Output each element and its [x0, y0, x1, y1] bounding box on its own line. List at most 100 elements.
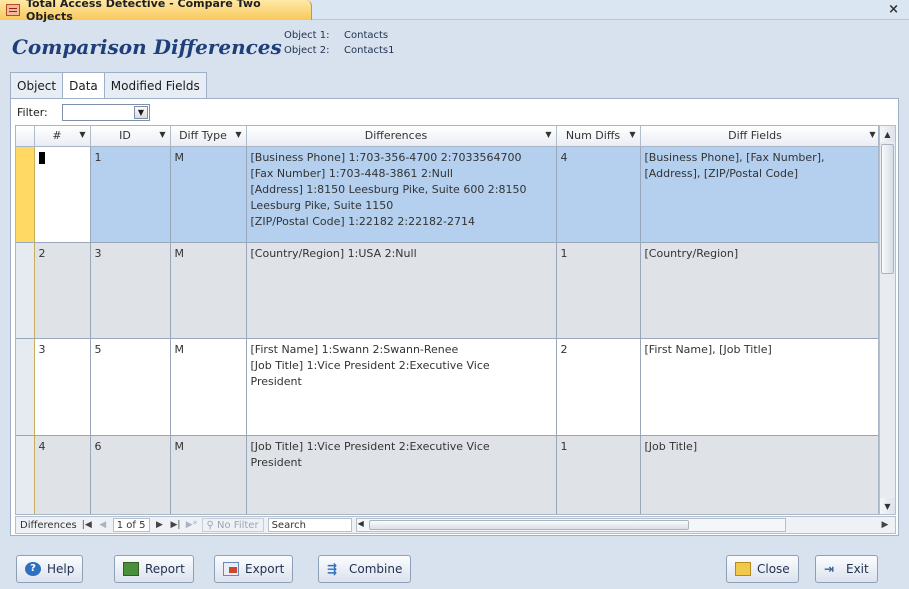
table-row[interactable]: 1 1 M [Business Phone] 1:703-356-4700 2:… — [16, 146, 878, 243]
differences-grid: # ▼ ID ▼ Diff Type ▼ Differences ▼ Num Diffs… — [15, 125, 879, 515]
column-header-differences[interactable]: Differences ▼ — [246, 126, 557, 147]
search-input[interactable]: Search — [267, 518, 352, 532]
chevron-down-icon[interactable]: ▼ — [869, 130, 875, 139]
cell-num[interactable]: 1 — [34, 146, 91, 243]
select-all-header[interactable] — [16, 126, 35, 147]
header: Comparison Differences Object 1: Contacts… — [0, 21, 909, 67]
scroll-down-icon[interactable]: ▼ — [880, 498, 895, 514]
last-record-icon[interactable]: ▶| — [170, 520, 182, 530]
row-selector[interactable] — [16, 435, 35, 514]
help-button[interactable]: ? Help — [16, 555, 84, 583]
table-row[interactable]: 3 5 M [First Name] 1:Swann 2:Swann-Renee… — [16, 338, 878, 436]
new-record-icon[interactable]: ▶* — [186, 520, 198, 530]
cell-differences[interactable]: [Job Title] 1:Vice President 2:Executive… — [246, 435, 557, 514]
row-selector[interactable] — [16, 242, 35, 339]
vertical-scrollbar[interactable]: ▲ ▼ — [879, 125, 896, 515]
object-info: Object 1: Contacts Object 2: Contacts1 — [284, 28, 394, 58]
cell-id[interactable]: 1 — [90, 146, 171, 243]
object1-value: Contacts — [344, 30, 389, 41]
report-icon — [123, 562, 139, 576]
horizontal-scroll-thumb[interactable] — [368, 520, 689, 530]
chevron-down-icon[interactable]: ▼ — [545, 130, 551, 139]
filter-icon: ⚲ — [206, 520, 214, 531]
data-panel: Filter: ▼ # ▼ ID ▼ Diff Type ▼ Differences ▼… — [10, 98, 899, 536]
cell-num-diffs[interactable]: 2 — [556, 338, 641, 436]
chevron-down-icon[interactable]: ▼ — [235, 130, 241, 139]
tab-object[interactable]: Object — [10, 72, 64, 98]
column-header-num[interactable]: # ▼ — [34, 126, 91, 147]
chevron-down-icon[interactable]: ▼ — [629, 130, 635, 139]
folder-icon — [735, 562, 751, 576]
cell-differences[interactable]: [Business Phone] 1:703-356-4700 2:703356… — [246, 146, 557, 243]
text-cursor — [38, 151, 45, 164]
object2-value: Contacts1 — [344, 45, 395, 56]
tab-strip: Object Data Modified Fields — [10, 72, 207, 99]
cell-id[interactable]: 3 — [90, 242, 171, 339]
chevron-down-icon[interactable]: ▼ — [159, 130, 165, 139]
filter-combo[interactable]: ▼ — [62, 103, 150, 121]
horizontal-scrollbar[interactable]: ◀ — [355, 518, 786, 532]
cell-diff-fields[interactable]: [Business Phone], [Fax Number], [Address… — [640, 146, 878, 243]
scroll-left-icon[interactable]: ◀ — [358, 519, 364, 528]
cell-num[interactable]: 3 — [34, 338, 91, 436]
cell-num[interactable]: 4 — [34, 435, 91, 514]
record-counter[interactable]: 1 of 5 — [112, 518, 150, 532]
filter-label: Filter: — [17, 105, 48, 119]
chevron-down-icon[interactable]: ▼ — [134, 105, 148, 119]
exit-button[interactable]: ⇥ Exit — [815, 555, 878, 583]
close-button[interactable]: Close — [726, 555, 799, 583]
column-header-id[interactable]: ID ▼ — [90, 126, 171, 147]
export-button[interactable]: Export — [214, 555, 294, 583]
column-header-num-diffs[interactable]: Num Diffs ▼ — [556, 126, 641, 147]
cell-num-diffs[interactable]: 4 — [556, 146, 641, 243]
chevron-down-icon[interactable]: ▼ — [79, 130, 85, 139]
column-header-diff-type[interactable]: Diff Type ▼ — [170, 126, 247, 147]
cell-diff-fields[interactable]: [Country/Region] — [640, 242, 878, 339]
cell-num[interactable]: 2 — [34, 242, 91, 339]
cell-diff-type[interactable]: M — [170, 338, 247, 436]
filter-row: Filter: ▼ — [17, 103, 150, 121]
cell-diff-type[interactable]: M — [170, 146, 247, 243]
combine-button[interactable]: ⇶ Combine — [318, 555, 412, 583]
form-icon — [6, 4, 20, 16]
export-icon — [223, 562, 239, 576]
help-icon: ? — [25, 562, 41, 576]
nav-label: Differences — [20, 519, 77, 531]
record-navigation: Differences |◀ ◀ 1 of 5 ▶ ▶| ▶* ⚲ No Fil… — [15, 516, 896, 534]
column-header-diff-fields[interactable]: Diff Fields ▼ — [640, 126, 878, 147]
report-button[interactable]: Report — [114, 555, 194, 583]
cell-id[interactable]: 6 — [90, 435, 171, 514]
window-title: Total Access Detective - Compare Two Obj… — [25, 0, 261, 23]
exit-icon: ⇥ — [824, 562, 835, 576]
title-bar: Total Access Detective - Compare Two Obj… — [0, 0, 909, 23]
no-filter-button[interactable]: ⚲ No Filter — [201, 518, 264, 532]
cell-diff-fields[interactable]: [First Name], [Job Title] — [640, 338, 878, 436]
next-record-icon[interactable]: ▶ — [154, 520, 166, 530]
cell-num-diffs[interactable]: 1 — [556, 242, 641, 339]
previous-record-icon[interactable]: ◀ — [97, 520, 109, 530]
cell-num-diffs[interactable]: 1 — [556, 435, 641, 514]
page-title: Comparison Differences — [12, 35, 282, 59]
object2-label: Object 2: — [284, 45, 330, 56]
cell-differences[interactable]: [First Name] 1:Swann 2:Swann-Renee [Job … — [246, 338, 557, 436]
table-row[interactable]: 2 3 M [Country/Region] 1:USA 2:Null 1 [C… — [16, 242, 878, 339]
scroll-right-icon[interactable]: ▶ — [879, 520, 891, 530]
cell-differences[interactable]: [Country/Region] 1:USA 2:Null — [246, 242, 557, 339]
window-tab[interactable]: Total Access Detective - Compare Two Obj… — [0, 0, 312, 23]
scroll-up-icon[interactable]: ▲ — [880, 126, 895, 142]
tab-data[interactable]: Data — [62, 72, 105, 99]
cell-id[interactable]: 5 — [90, 338, 171, 436]
close-window-icon[interactable]: × — [888, 2, 899, 17]
first-record-icon[interactable]: |◀ — [81, 520, 93, 530]
combine-icon: ⇶ — [327, 562, 338, 576]
row-selector[interactable] — [16, 338, 35, 436]
tab-modified-fields[interactable]: Modified Fields — [103, 72, 207, 98]
table-row[interactable]: 4 6 M [Job Title] 1:Vice President 2:Exe… — [16, 435, 878, 514]
cell-diff-type[interactable]: M — [170, 242, 247, 339]
scroll-thumb[interactable] — [881, 144, 894, 274]
cell-diff-fields[interactable]: [Job Title] — [640, 435, 878, 514]
button-bar: ? Help Report Export ⇶ Combine Close ⇥ E… — [0, 544, 909, 589]
row-selector[interactable] — [16, 146, 35, 243]
cell-diff-type[interactable]: M — [170, 435, 247, 514]
object1-label: Object 1: — [284, 30, 330, 41]
